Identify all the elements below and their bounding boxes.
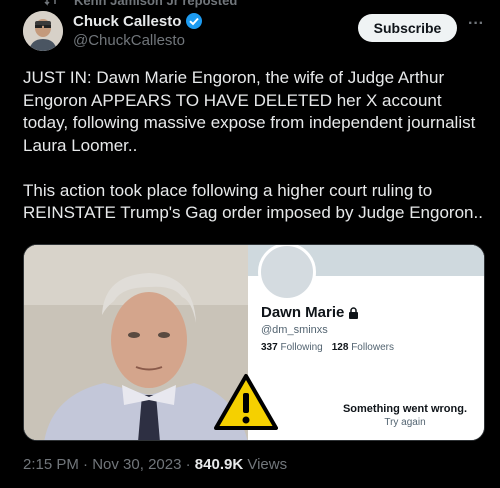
- warning-icon: [214, 374, 278, 430]
- subscribe-button[interactable]: Subscribe: [358, 14, 457, 42]
- profile-follow-stats: 337 Following 128 Followers: [261, 342, 394, 353]
- meta-separator-2: ·: [185, 456, 191, 473]
- tweet-time[interactable]: 2:15 PM: [23, 456, 79, 473]
- lock-icon: [349, 306, 359, 319]
- repost-label[interactable]: Kenn Jamison Jr reposted: [74, 0, 237, 8]
- verified-badge-icon[interactable]: [185, 12, 203, 30]
- tweet-media[interactable]: Dawn Marie @dm_sminxs 337 Following 128 …: [23, 244, 485, 441]
- author-name-row[interactable]: Chuck Callesto: [73, 12, 203, 30]
- profile-name: Dawn Marie: [261, 304, 345, 321]
- followers-count: 128: [331, 342, 349, 353]
- try-again-link: Try again: [384, 417, 426, 428]
- more-options-icon[interactable]: ···: [466, 16, 486, 36]
- meta-separator: ·: [83, 456, 89, 473]
- tweet-text: JUST IN: Dawn Marie Engoron, the wife of…: [23, 68, 483, 222]
- followers-label: Followers: [351, 342, 394, 353]
- tweet-meta: 2:15 PM · Nov 30, 2023 · 840.9K Views: [23, 456, 287, 473]
- profile-handle: @dm_sminxs: [261, 324, 328, 336]
- followers-stat: 128 Followers: [332, 342, 394, 353]
- repost-header: Kenn Jamison Jr reposted: [0, 0, 500, 9]
- tweet-date[interactable]: Nov 30, 2023: [92, 456, 181, 473]
- following-label: Following: [280, 342, 323, 353]
- profile-name-row: Dawn Marie: [261, 304, 359, 321]
- author-name[interactable]: Chuck Callesto: [73, 13, 181, 30]
- views-count: 840.9K: [194, 456, 244, 473]
- views-label: Views: [247, 456, 288, 473]
- repost-icon: [44, 0, 56, 6]
- deleted-profile-card: Dawn Marie @dm_sminxs 337 Following 128 …: [248, 245, 484, 440]
- author-handle[interactable]: @ChuckCallesto: [73, 32, 185, 49]
- error-message: Something went wrong.: [342, 403, 468, 415]
- avatar[interactable]: [23, 11, 63, 51]
- following-stat: 337 Following: [261, 342, 323, 353]
- following-count: 337: [261, 342, 278, 353]
- profile-avatar: [258, 245, 316, 301]
